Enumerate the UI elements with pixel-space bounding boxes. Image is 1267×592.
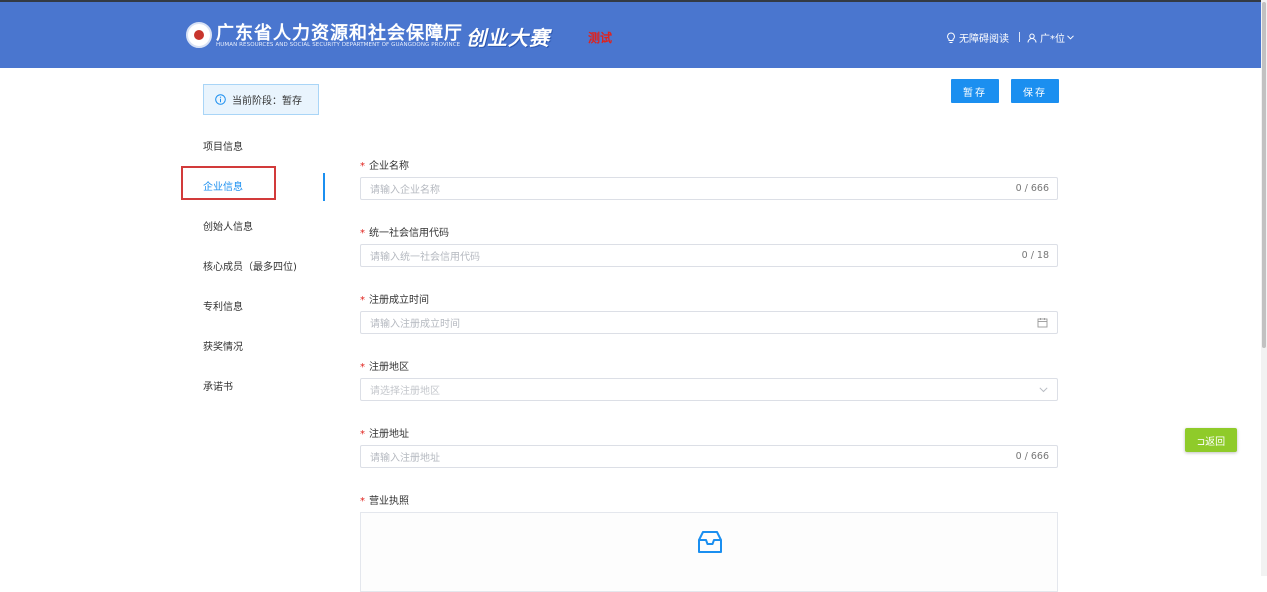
accessibility-link[interactable]: 无障碍阅读 [946, 30, 1009, 45]
lightbulb-icon [947, 31, 955, 43]
top-header: 广东省人力资源和社会保障厅 HUMAN RESOURCES AND SOCIAL… [0, 0, 1267, 68]
reg-address-counter: 0 / 666 [1015, 451, 1049, 462]
reg-address-placeholder: 请输入注册地址 [370, 453, 440, 464]
required-mark: * [360, 362, 365, 373]
nav-item-founder-info[interactable]: 创始人信息 [181, 208, 324, 242]
save-draft-button[interactable]: 暂存 [951, 79, 999, 103]
reg-date-placeholder: 请输入注册成立时间 [370, 319, 460, 330]
org-name-en: HUMAN RESOURCES AND SOCIAL SECURITY DEPA… [216, 42, 461, 48]
user-icon [1027, 33, 1037, 43]
company-name-label: * 企业名称 [360, 161, 409, 172]
nav-item-awards[interactable]: 获奖情况 [181, 328, 324, 362]
chevron-down-icon [1067, 35, 1074, 40]
required-mark: * [360, 295, 365, 306]
reg-region-label: * 注册地区 [360, 362, 409, 373]
nav-item-core-members[interactable]: 核心成员（最多四位) [181, 248, 324, 282]
company-name-input[interactable]: 请输入企业名称 0 / 666 [360, 177, 1058, 200]
nav-item-patent-info[interactable]: 专利信息 [181, 288, 324, 322]
test-tag: 测试 [588, 31, 613, 45]
user-menu[interactable]: 广*位 [1027, 30, 1077, 45]
required-mark: * [360, 429, 365, 440]
user-name: 广*位 [1040, 34, 1065, 45]
stage-badge: 当前阶段：暂存 [203, 84, 319, 115]
company-name-counter: 0 / 666 [1015, 183, 1049, 194]
nav-active-indicator [323, 173, 325, 201]
license-upload-area[interactable] [360, 512, 1058, 592]
reg-date-label: * 注册成立时间 [360, 295, 429, 306]
calendar-icon[interactable] [1037, 317, 1048, 328]
required-mark: * [360, 161, 365, 172]
credit-code-input[interactable]: 请输入统一社会信用代码 0 / 18 [360, 244, 1058, 267]
reg-date-input[interactable]: 请输入注册成立时间 [360, 311, 1058, 334]
nav-item-project-info[interactable]: 项目信息 [181, 128, 324, 162]
info-icon [215, 94, 226, 105]
stage-text: 当前阶段：暂存 [232, 96, 302, 107]
nav-item-commitment[interactable]: 承诺书 [181, 368, 324, 402]
credit-code-placeholder: 请输入统一社会信用代码 [370, 252, 480, 263]
accessibility-label: 无障碍阅读 [959, 34, 1009, 45]
scrollbar-thumb[interactable] [1262, 2, 1266, 348]
credit-code-label: * 统一社会信用代码 [360, 228, 449, 239]
back-button[interactable]: ⊐返回 [1185, 428, 1237, 452]
contest-title: 创业大赛 [466, 26, 550, 50]
reg-region-placeholder: 请选择注册地区 [370, 386, 440, 397]
company-name-placeholder: 请输入企业名称 [370, 185, 440, 196]
required-mark: * [360, 496, 365, 507]
chevron-down-icon [1039, 387, 1048, 393]
reg-address-input[interactable]: 请输入注册地址 0 / 666 [360, 445, 1058, 468]
required-mark: * [360, 228, 365, 239]
reg-region-select[interactable]: 请选择注册地区 [360, 378, 1058, 401]
org-emblem-icon [186, 22, 212, 48]
inbox-icon [698, 531, 722, 553]
nav-highlight-box [181, 166, 276, 200]
save-button[interactable]: 保存 [1011, 79, 1059, 103]
license-label: * 营业执照 [360, 496, 409, 507]
header-divider [1019, 32, 1020, 42]
reg-address-label: * 注册地址 [360, 429, 409, 440]
credit-code-counter: 0 / 18 [1021, 250, 1049, 261]
